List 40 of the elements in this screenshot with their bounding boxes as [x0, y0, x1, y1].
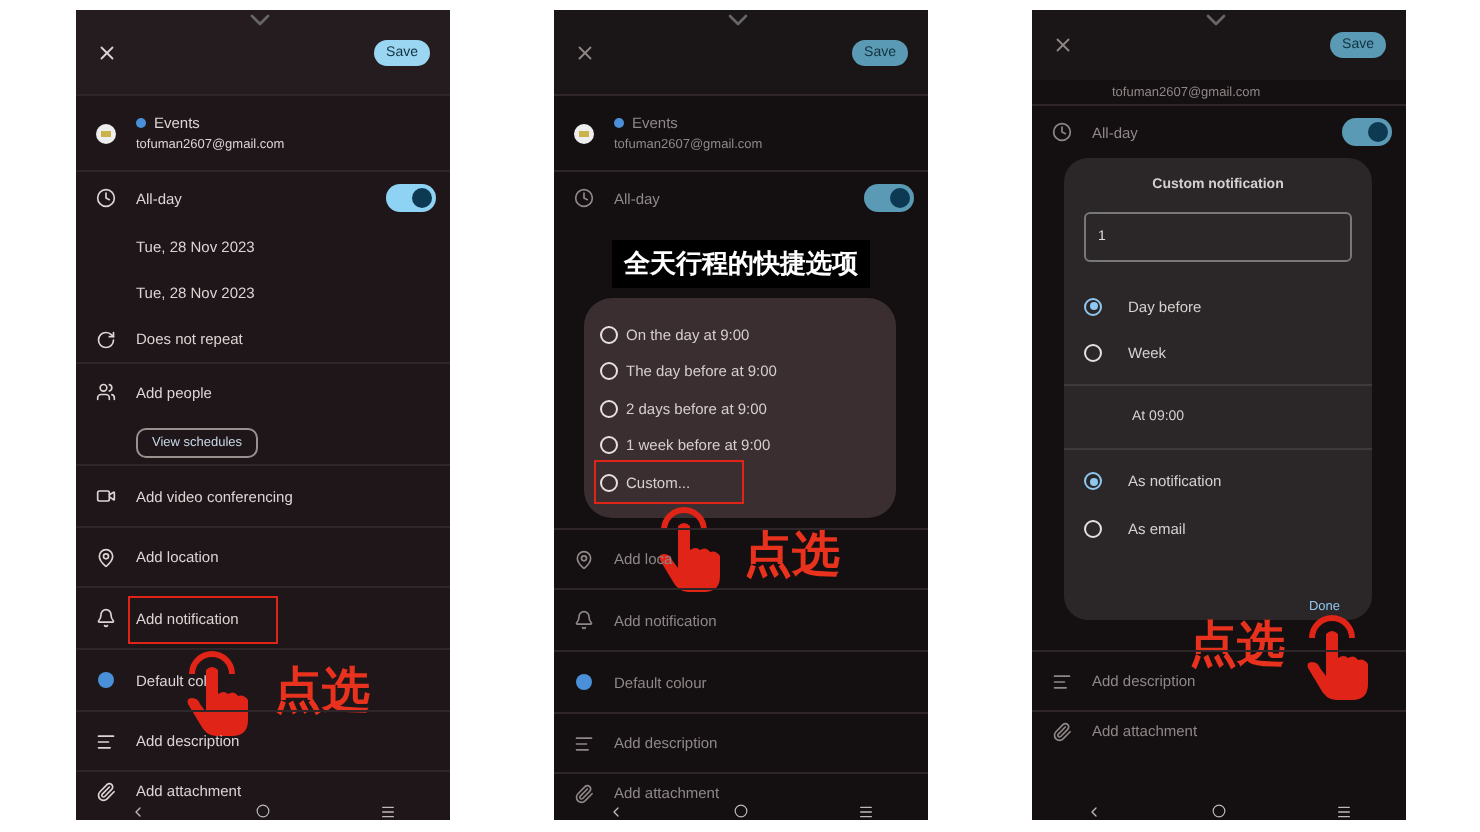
pointing-hand-icon [1304, 613, 1373, 702]
radio-button[interactable] [1084, 344, 1102, 363]
calendar-account-icon [96, 123, 116, 143]
video-icon [96, 486, 116, 506]
all-day-switch[interactable] [386, 184, 436, 212]
close-icon[interactable] [96, 41, 118, 63]
attachment-icon [96, 781, 116, 801]
home-icon[interactable] [1211, 804, 1226, 818]
radio-button[interactable] [1084, 472, 1102, 491]
home-icon[interactable] [255, 804, 270, 818]
radio-button[interactable] [600, 362, 618, 380]
radio-button[interactable] [600, 325, 618, 343]
tap-annotation-label: 点选 [744, 530, 840, 578]
notification-icon [96, 608, 116, 628]
recents-icon[interactable] [1335, 803, 1352, 819]
repeat-icon [96, 329, 116, 349]
all-day-switch[interactable] [1342, 118, 1392, 146]
notification-icon [574, 610, 594, 630]
home-icon[interactable] [733, 804, 748, 818]
recents-icon[interactable] [857, 803, 874, 819]
people-icon [96, 382, 116, 402]
attachment-icon [1052, 721, 1072, 741]
description-icon [574, 733, 594, 753]
location-icon [96, 547, 116, 567]
description-icon [1052, 671, 1072, 691]
recents-icon[interactable] [379, 803, 396, 819]
radio-button[interactable] [600, 473, 618, 491]
all-day-switch[interactable] [864, 184, 914, 212]
calendar-account-icon [574, 123, 594, 143]
description-icon [96, 731, 116, 751]
radio-button[interactable] [1084, 519, 1102, 538]
radio-button[interactable] [1084, 297, 1102, 316]
attachment-icon [574, 783, 594, 803]
radio-button[interactable] [600, 399, 618, 417]
pointing-hand-icon [184, 650, 252, 738]
caption-banner: 全天行程的快捷选项 [612, 240, 870, 288]
radio-button[interactable] [600, 436, 618, 454]
location-icon [574, 549, 594, 569]
close-icon[interactable] [1052, 34, 1074, 56]
close-icon[interactable] [574, 41, 596, 63]
